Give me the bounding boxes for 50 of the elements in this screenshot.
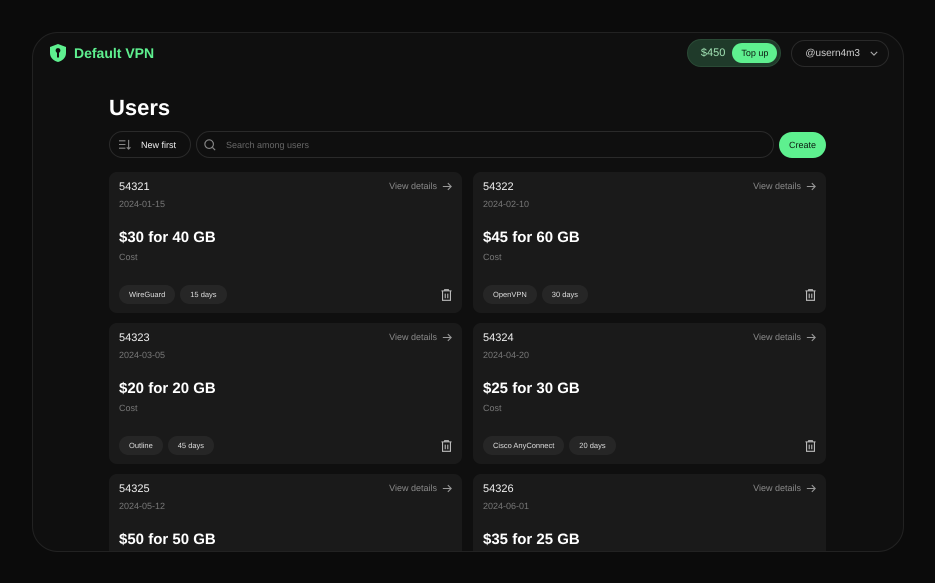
trash-icon[interactable] (441, 288, 452, 300)
arrow-right-icon (442, 182, 452, 190)
user-id: 54324 (483, 332, 515, 344)
chevron-down-icon (870, 50, 878, 56)
page-title: Users (109, 95, 172, 121)
sort-button[interactable]: New first (109, 131, 192, 158)
price-text: $35 for 25 GB (483, 531, 581, 548)
create-button[interactable]: Create (778, 132, 826, 158)
account-dropdown[interactable]: @usern4m3 (791, 40, 889, 66)
user-date: 2024-02-10 (483, 199, 530, 209)
view-details-link[interactable]: View details (753, 483, 816, 493)
top-up-button[interactable]: Top up (732, 43, 778, 63)
user-id: 54326 (483, 483, 515, 495)
price-text: $45 for 60 GB (483, 229, 581, 246)
arrow-right-icon (442, 484, 452, 492)
user-id: 54325 (119, 483, 151, 495)
view-details-link[interactable]: View details (389, 181, 452, 191)
price-label: Cost (119, 252, 139, 262)
arrow-right-icon (806, 484, 816, 492)
view-details-link[interactable]: View details (753, 181, 816, 191)
search-field[interactable]: Search among users (196, 131, 774, 158)
user-date: 2024-05-12 (119, 501, 166, 511)
price-label: Cost (483, 252, 503, 262)
user-date: 2024-01-15 (119, 199, 166, 209)
view-details-link[interactable]: View details (389, 332, 452, 342)
price-text: $30 for 40 GB (119, 229, 217, 246)
user-id: 54323 (119, 332, 151, 344)
user-date: 2024-06-01 (483, 501, 530, 511)
user-date: 2024-03-05 (119, 350, 166, 360)
arrow-right-icon (806, 332, 816, 342)
user-date: 2024-04-20 (483, 350, 530, 360)
trash-icon[interactable] (805, 440, 816, 452)
user-id: 54321 (119, 181, 151, 193)
trash-icon[interactable] (441, 440, 452, 452)
user-id: 54322 (483, 181, 515, 193)
search-icon (204, 138, 216, 150)
view-details-link[interactable]: View details (389, 483, 452, 493)
price-label: Cost (483, 403, 503, 413)
sort-icon (118, 139, 131, 150)
arrow-right-icon (806, 182, 816, 190)
view-details-link[interactable]: View details (753, 332, 816, 342)
arrow-right-icon (442, 332, 452, 342)
shield-key-icon (50, 44, 66, 62)
price-text: $25 for 30 GB (483, 380, 581, 397)
price-text: $50 for 50 GB (119, 531, 217, 548)
price-label: Cost (119, 403, 139, 413)
trash-icon[interactable] (805, 288, 816, 300)
price-text: $20 for 20 GB (119, 380, 217, 397)
app-name: Default VPN (74, 45, 154, 61)
balance-amount: $450 (700, 47, 726, 59)
